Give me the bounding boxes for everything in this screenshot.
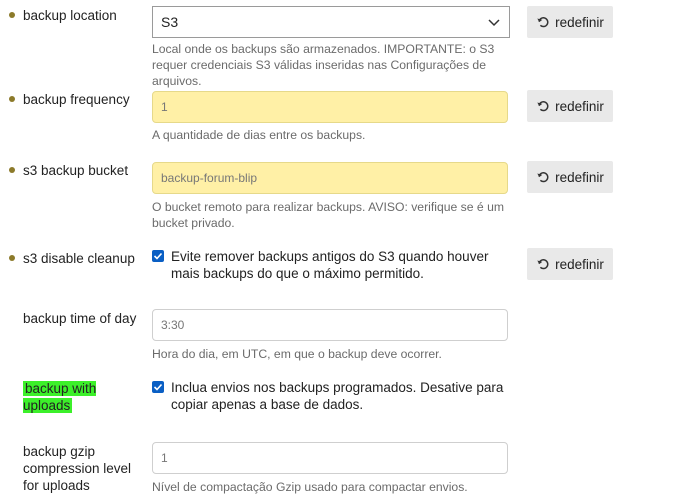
setting-backup-location: backup location S3 Local onde os backups… [0,0,676,88]
undo-icon [537,172,549,183]
setting-description: O bucket remoto para realizar backups. A… [152,200,505,230]
chevron-down-icon [488,19,500,27]
reset-button[interactable]: redefinir [527,161,613,193]
reset-button[interactable]: redefinir [527,6,613,38]
setting-label: backup with uploads [23,380,119,414]
checkbox-label: Inclua envios nos backups programados. D… [171,380,504,412]
reset-button[interactable]: redefinir [527,248,613,280]
undo-icon [537,17,549,28]
setting-description: Nível de compactação Gzip usado para com… [152,480,468,494]
s3-disable-cleanup-checkbox[interactable]: Evite remover backups antigos do S3 quan… [152,248,512,282]
undo-icon [537,259,549,270]
setting-label: s3 backup bucket [23,163,129,178]
setting-label: backup frequency [23,92,130,107]
modified-indicator [9,12,15,18]
backup-location-select[interactable]: S3 [152,6,510,38]
modified-indicator [9,96,15,102]
undo-icon [537,101,549,112]
setting-label: backup location [23,8,117,23]
checkbox-checked-icon[interactable] [152,250,164,262]
backup-time-of-day-input[interactable]: 3:30 [152,309,508,341]
backup-frequency-input[interactable]: 1 [152,91,508,123]
setting-label: s3 disable cleanup [23,251,135,266]
backup-with-uploads-checkbox[interactable]: Inclua envios nos backups programados. D… [152,379,512,413]
modified-indicator [9,167,15,173]
setting-description: A quantidade de dias entre os backups. [152,128,366,142]
checkbox-label: Evite remover backups antigos do S3 quan… [171,249,489,281]
reset-label: redefinir [555,98,604,114]
modified-indicator [9,255,15,261]
reset-label: redefinir [555,14,604,30]
gzip-compression-level-input[interactable]: 1 [152,442,508,474]
setting-backup-gzip-compression-level: backup gzip compression level for upload… [0,0,676,494]
setting-label: backup time of day [23,311,137,326]
reset-button[interactable]: redefinir [527,90,613,122]
setting-description: Hora do dia, em UTC, em que o backup dev… [152,347,442,361]
s3-backup-bucket-input[interactable]: backup-forum-blip [152,162,508,194]
reset-label: redefinir [555,169,604,185]
reset-label: redefinir [555,256,604,272]
highlighted-label-text: backup with uploads [23,381,97,413]
select-value: S3 [161,14,179,30]
setting-description: Local onde os backups são armazenados. I… [152,42,495,88]
checkbox-checked-icon[interactable] [152,381,164,393]
setting-label: backup gzip compression level for upload… [23,444,132,493]
